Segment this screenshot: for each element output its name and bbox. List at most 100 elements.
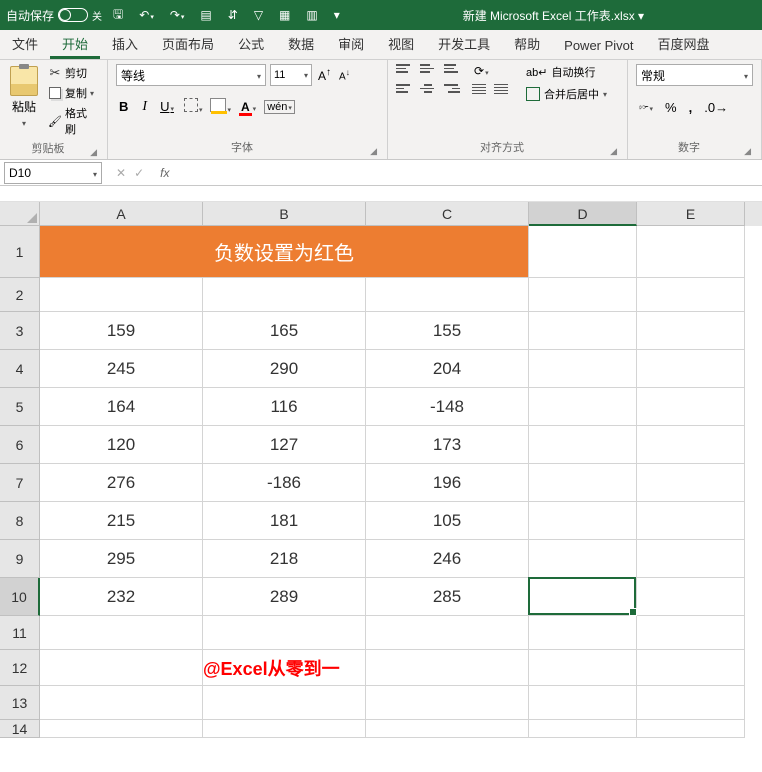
cell[interactable] (637, 426, 745, 464)
align-left-button[interactable] (396, 84, 412, 98)
cell[interactable] (40, 650, 203, 686)
tab-文件[interactable]: 文件 (0, 28, 50, 59)
font-name-select[interactable]: 等线 (116, 64, 266, 86)
wrap-text-button[interactable]: ab↵自动换行 (526, 64, 607, 80)
cell[interactable] (637, 578, 745, 616)
bold-button[interactable]: B (116, 99, 131, 114)
cell[interactable] (529, 502, 637, 540)
filter-icon[interactable]: ▽ (249, 8, 268, 22)
cell[interactable] (529, 350, 637, 388)
align-top-button[interactable] (396, 64, 412, 78)
row-header-6[interactable]: 6 (0, 426, 40, 464)
tab-Power Pivot[interactable]: Power Pivot (552, 32, 645, 59)
row-header-14[interactable]: 14 (0, 720, 40, 738)
decrease-indent-button[interactable] (472, 84, 486, 99)
cell[interactable] (637, 686, 745, 720)
tab-公式[interactable]: 公式 (226, 28, 276, 59)
col-header-E[interactable]: E (637, 202, 745, 226)
cell[interactable]: 295 (40, 540, 203, 578)
cell[interactable]: 246 (366, 540, 529, 578)
cell[interactable] (529, 616, 637, 650)
border-button[interactable] (184, 98, 203, 115)
name-box[interactable]: D10 (4, 162, 102, 184)
undo-button[interactable]: ↶ (134, 8, 159, 22)
font-launcher[interactable]: ◢ (368, 146, 379, 157)
cell[interactable] (366, 616, 529, 650)
qat-customize[interactable]: ▾ (329, 8, 345, 22)
spreadsheet-grid[interactable]: ABCDE 1234567891011121314 负数设置为红色1591651… (0, 202, 762, 738)
cell[interactable] (366, 686, 529, 720)
row-header-4[interactable]: 4 (0, 350, 40, 388)
tab-页面布局[interactable]: 页面布局 (150, 28, 226, 59)
cell[interactable] (637, 464, 745, 502)
cell[interactable]: @Excel从零到一 (203, 650, 366, 686)
row-header-13[interactable]: 13 (0, 686, 40, 720)
cell[interactable] (366, 720, 529, 738)
row-header-9[interactable]: 9 (0, 540, 40, 578)
cell[interactable]: 196 (366, 464, 529, 502)
cell[interactable]: 181 (203, 502, 366, 540)
cell[interactable]: 155 (366, 312, 529, 350)
cell[interactable] (637, 650, 745, 686)
cell[interactable] (637, 502, 745, 540)
font-size-select[interactable]: 11 (270, 64, 312, 86)
merged-title-cell[interactable]: 负数设置为红色 (40, 226, 529, 278)
fx-icon[interactable]: fx (154, 166, 175, 180)
font-color-button[interactable]: A (239, 100, 256, 114)
orientation-button[interactable]: ⟳ (474, 64, 489, 78)
enter-formula-icon[interactable]: ✓ (134, 166, 144, 180)
row-header-11[interactable]: 11 (0, 616, 40, 650)
col-header-B[interactable]: B (203, 202, 366, 226)
cell[interactable] (637, 226, 745, 278)
cell[interactable] (637, 278, 745, 312)
select-all-corner[interactable] (0, 202, 40, 226)
row-header-7[interactable]: 7 (0, 464, 40, 502)
cell[interactable] (40, 720, 203, 738)
cell[interactable] (203, 720, 366, 738)
cell[interactable]: 289 (203, 578, 366, 616)
cell[interactable] (529, 312, 637, 350)
cut-button[interactable]: 剪切 (46, 64, 99, 82)
cell[interactable] (529, 426, 637, 464)
cell[interactable]: 116 (203, 388, 366, 426)
cell[interactable]: 165 (203, 312, 366, 350)
tab-数据[interactable]: 数据 (276, 28, 326, 59)
cell[interactable] (529, 650, 637, 686)
cell[interactable] (366, 278, 529, 312)
row-header-5[interactable]: 5 (0, 388, 40, 426)
row-header-10[interactable]: 10 (0, 578, 40, 616)
underline-button[interactable]: U (158, 99, 176, 114)
align-right-button[interactable] (444, 84, 460, 98)
format-painter-button[interactable]: 格式刷 (46, 104, 99, 138)
sort-icon[interactable]: ⇵ (223, 8, 243, 22)
cell[interactable]: 215 (40, 502, 203, 540)
cell[interactable] (203, 616, 366, 650)
cell[interactable]: 218 (203, 540, 366, 578)
cell[interactable]: 159 (40, 312, 203, 350)
cell[interactable]: -148 (366, 388, 529, 426)
cell[interactable]: 105 (366, 502, 529, 540)
col-header-C[interactable]: C (366, 202, 529, 226)
merge-center-button[interactable]: 合并后居中 (526, 86, 607, 102)
align-center-button[interactable] (420, 84, 436, 98)
cell[interactable] (40, 616, 203, 650)
copy-button[interactable]: 复制 (46, 84, 99, 102)
cell[interactable] (637, 720, 745, 738)
tab-插入[interactable]: 插入 (100, 28, 150, 59)
row-header-1[interactable]: 1 (0, 226, 40, 278)
comma-button[interactable]: , (686, 99, 696, 116)
phonetic-button[interactable]: wén (264, 100, 295, 114)
row-header-12[interactable]: 12 (0, 650, 40, 686)
fill-color-button[interactable] (210, 98, 231, 115)
cell[interactable] (40, 278, 203, 312)
row-header-2[interactable]: 2 (0, 278, 40, 312)
tab-开始[interactable]: 开始 (50, 28, 100, 59)
cell[interactable]: 204 (366, 350, 529, 388)
cell[interactable]: 120 (40, 426, 203, 464)
cell[interactable] (40, 686, 203, 720)
cell[interactable] (529, 278, 637, 312)
cell[interactable] (637, 350, 745, 388)
tab-审阅[interactable]: 审阅 (326, 28, 376, 59)
tab-视图[interactable]: 视图 (376, 28, 426, 59)
print-icon[interactable]: ▤ (195, 8, 216, 22)
